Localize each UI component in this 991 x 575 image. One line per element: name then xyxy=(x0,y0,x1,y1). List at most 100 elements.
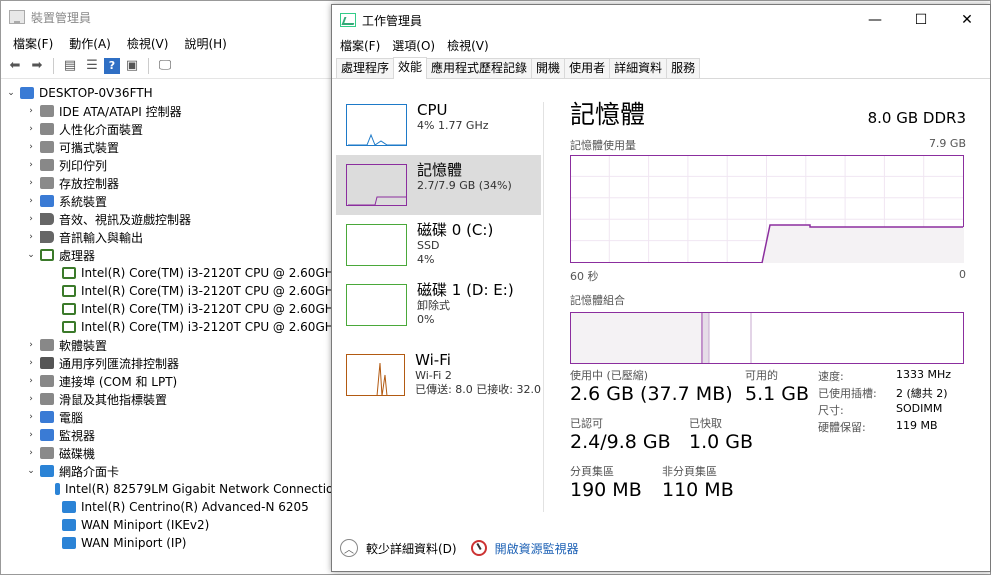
device-tree-node[interactable]: › IDE ATA/ATAPI 控制器 xyxy=(1,102,341,120)
device-tree-label: 磁碟機 xyxy=(59,446,96,461)
device-tree-node[interactable]: › 監視器 xyxy=(1,426,341,444)
chevron-down-icon[interactable]: ⌄ xyxy=(25,466,37,476)
tab-4[interactable]: 使用者 xyxy=(564,58,611,78)
device-tree-node[interactable]: Intel(R) Core(TM) i3-2120T CPU @ 2.60GHz xyxy=(1,300,341,318)
tab-1[interactable]: 效能 xyxy=(393,57,428,79)
chevron-right-icon[interactable]: › xyxy=(25,394,37,404)
resource-item-info: 磁碟 1 (D: E:) 卸除式 0% xyxy=(417,281,514,335)
resource-item-3[interactable]: 磁碟 1 (D: E:) 卸除式 0% xyxy=(336,275,541,335)
device-tree-node[interactable]: › 滑鼠及其他指標裝置 xyxy=(1,390,341,408)
device-tree-node[interactable]: WAN Miniport (IKEv2) xyxy=(1,516,341,534)
device-tree-node[interactable]: › 系統裝置 xyxy=(1,192,341,210)
device-tree-node[interactable]: › 可攜式裝置 xyxy=(1,138,341,156)
forward-arrow-icon[interactable]: ➡ xyxy=(27,57,47,75)
chevron-right-icon[interactable]: › xyxy=(25,196,37,206)
resource-item-1[interactable]: 記憶體 2.7/7.9 GB (34%) xyxy=(336,155,541,215)
device-tree-node[interactable]: ⌄ DESKTOP-0V36FTH xyxy=(1,84,341,102)
chevron-right-icon[interactable]: › xyxy=(25,232,37,242)
device-manager-title: 裝置管理員 xyxy=(31,10,92,25)
dm-menu-action[interactable]: 動作(A) xyxy=(61,35,119,52)
dm-menu-file[interactable]: 檔案(F) xyxy=(5,35,61,52)
device-tree-node[interactable]: WAN Miniport (IP) xyxy=(1,534,341,552)
tab-2[interactable]: 應用程式歷程記錄 xyxy=(426,58,533,78)
stat-in-use-value: 2.6 GB (37.7 MB) xyxy=(570,383,733,405)
minimize-icon[interactable]: — xyxy=(852,5,898,35)
open-resource-monitor-link[interactable]: 開啟資源監視器 xyxy=(495,540,579,557)
chevron-right-icon[interactable]: › xyxy=(25,412,37,422)
chevron-right-icon[interactable]: › xyxy=(25,430,37,440)
device-tree-node[interactable]: Intel(R) 82579LM Gigabit Network Connect… xyxy=(1,480,341,498)
device-tree-node[interactable]: › 連接埠 (COM 和 LPT) xyxy=(1,372,341,390)
chevron-down-icon[interactable]: ⌄ xyxy=(25,250,37,260)
stat-nonpaged-pool-value: 110 MB xyxy=(662,479,734,501)
device-tree-node[interactable]: Intel(R) Core(TM) i3-2120T CPU @ 2.60GHz xyxy=(1,264,341,282)
net-device-icon xyxy=(40,465,54,477)
device-tree-node[interactable]: Intel(R) Centrino(R) Advanced-N 6205 xyxy=(1,498,341,516)
device-tree-node[interactable]: › 音訊輸入與輸出 xyxy=(1,228,341,246)
resource-name: Wi-Fi xyxy=(415,351,451,369)
resource-detail: 4% 1.77 GHz xyxy=(417,119,489,132)
device-tree-node[interactable]: Intel(R) Core(TM) i3-2120T CPU @ 2.60GHz xyxy=(1,282,341,300)
chevron-right-icon[interactable]: › xyxy=(25,178,37,188)
device-view-icon[interactable]: ▣ xyxy=(122,57,142,75)
device-manager-app-icon xyxy=(9,10,25,24)
chevron-down-icon[interactable]: ⌄ xyxy=(5,88,17,98)
usb-device-icon xyxy=(40,357,54,369)
chevron-right-icon[interactable]: › xyxy=(25,142,37,152)
resource-detail: 2.7/7.9 GB (34%) xyxy=(417,179,512,192)
device-tree-node[interactable]: › 磁碟機 xyxy=(1,444,341,462)
device-tree-node[interactable]: › 列印佇列 xyxy=(1,156,341,174)
device-tree-node[interactable]: ⌄ 網路介面卡 xyxy=(1,462,341,480)
tm-menu-view[interactable]: 檢視(V) xyxy=(441,37,495,54)
resource-item-0[interactable]: CPU 4% 1.77 GHz xyxy=(336,95,541,155)
dm-menu-help[interactable]: 說明(H) xyxy=(176,35,234,52)
tab-6[interactable]: 服務 xyxy=(666,58,701,78)
chevron-right-icon[interactable]: › xyxy=(25,106,37,116)
resource-item-4[interactable]: Wi-Fi Wi-Fi 2 已傳送: 8.0 已接收: 32.0 xyxy=(336,345,541,405)
chevron-right-icon[interactable]: › xyxy=(25,124,37,134)
device-tree-node[interactable]: › 人性化介面裝置 xyxy=(1,120,341,138)
chevron-right-icon[interactable]: › xyxy=(25,214,37,224)
properties-icon[interactable]: ▤ xyxy=(60,57,80,75)
device-tree-node[interactable]: › 軟體裝置 xyxy=(1,336,341,354)
monitor-device-icon xyxy=(40,195,54,207)
maximize-icon[interactable]: ☐ xyxy=(898,5,944,35)
chevron-right-icon[interactable]: › xyxy=(25,448,37,458)
task-manager-footer: ︿ 較少詳細資料(D) 開啟資源監視器 xyxy=(340,539,579,557)
disk-device-icon xyxy=(40,141,54,153)
tab-5[interactable]: 詳細資料 xyxy=(609,58,668,78)
cpu-device-icon xyxy=(62,285,76,297)
chevron-right-icon[interactable]: › xyxy=(25,160,37,170)
device-tree-node[interactable]: › 通用序列匯流排控制器 xyxy=(1,354,341,372)
memory-composition-bar xyxy=(570,312,964,364)
chevron-up-icon[interactable]: ︿ xyxy=(340,539,358,557)
chevron-right-icon[interactable]: › xyxy=(25,358,37,368)
device-tree-node[interactable]: ⌄ 處理器 xyxy=(1,246,341,264)
device-tree: ⌄ DESKTOP-0V36FTH › IDE ATA/ATAPI 控制器 › 人性化介面… xyxy=(1,84,341,554)
device-tree-node[interactable]: Intel(R) Core(TM) i3-2120T CPU @ 2.60GHz xyxy=(1,318,341,336)
device-tree-label: Intel(R) 82579LM Gigabit Network Connect… xyxy=(65,482,341,496)
scan-hardware-icon[interactable]: 🖵 xyxy=(155,57,175,75)
tab-0[interactable]: 處理程序 xyxy=(336,58,395,78)
chevron-right-icon[interactable]: › xyxy=(25,340,37,350)
back-arrow-icon[interactable]: ⬅ xyxy=(5,57,25,75)
device-tree-label: 存放控制器 xyxy=(59,176,120,191)
help-icon[interactable]: ? xyxy=(104,57,120,74)
resource-item-2[interactable]: 磁碟 0 (C:) SSD 4% xyxy=(336,215,541,275)
dm-menu-view[interactable]: 檢視(V) xyxy=(119,35,177,52)
tm-menu-options[interactable]: 選項(O) xyxy=(386,37,441,54)
list-icon[interactable]: ☰ xyxy=(82,57,102,75)
device-tree-node[interactable]: › 電腦 xyxy=(1,408,341,426)
device-tree-node[interactable]: › 存放控制器 xyxy=(1,174,341,192)
device-tree-label: WAN Miniport (IKEv2) xyxy=(81,518,210,532)
close-icon[interactable]: ✕ xyxy=(944,5,990,35)
tm-menu-file[interactable]: 檔案(F) xyxy=(334,37,386,54)
device-tree-node[interactable]: › 音效、視訊及遊戲控制器 xyxy=(1,210,341,228)
fewer-details-link[interactable]: 較少詳細資料(D) xyxy=(366,540,457,557)
chevron-right-icon[interactable]: › xyxy=(25,376,37,386)
stat-paged-pool-value: 190 MB xyxy=(570,479,642,501)
tab-3[interactable]: 開機 xyxy=(531,58,566,78)
disk-device-icon xyxy=(40,447,54,459)
stat-nonpaged-pool: 非分頁集區 110 MB xyxy=(662,463,734,501)
net-device-icon xyxy=(62,537,76,549)
